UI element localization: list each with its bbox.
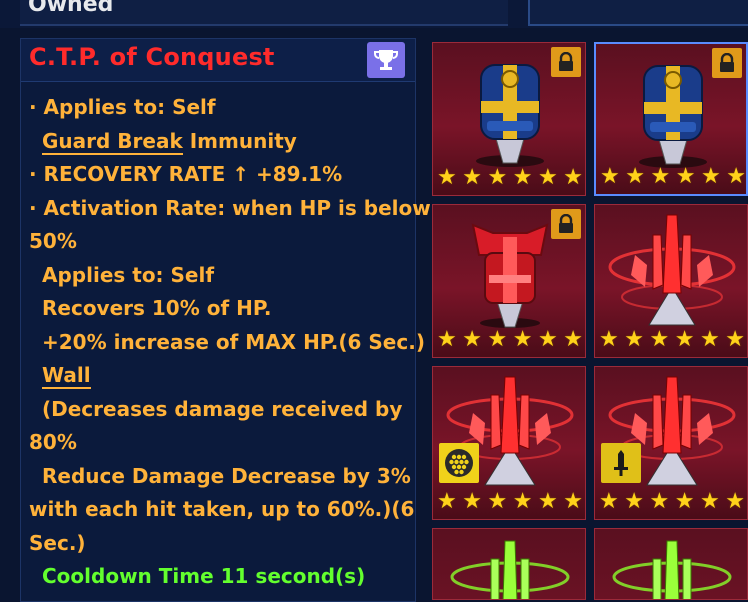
desc-line: Reduce Damage Decrease by 3%: [42, 463, 411, 488]
cooldown-text: Cooldown Time 11 second(s): [42, 564, 366, 588]
item-tile[interactable]: [432, 528, 586, 600]
star-icon: ★: [675, 164, 696, 189]
desc-line: · Activation Rate: when HP is below: [29, 195, 431, 220]
desc-line: +20% increase of MAX HP.(6 Sec.): [42, 329, 425, 354]
star-icon: ★: [563, 327, 583, 352]
star-icon: ★: [625, 164, 645, 189]
green-crystal-ctp-icon: [450, 540, 570, 599]
star-rating: ★ ★ ★ ★ ★ ★: [437, 329, 583, 351]
skill-header: C.T.P. of Conquest: [21, 39, 415, 82]
star-icon: ★: [674, 489, 695, 514]
star-icon: ★: [538, 489, 558, 514]
desc-line: Wall: [29, 359, 411, 393]
desc-line: · RECOVERY RATE ↑ +89.1%: [29, 162, 343, 186]
star-icon: ★: [512, 165, 533, 190]
item-tile[interactable]: ★ ★ ★ ★ ★ ★: [432, 366, 586, 520]
item-tile[interactable]: [594, 528, 748, 600]
skill-description: · Applies to: Self Guard Break Immunity …: [29, 91, 431, 594]
star-icon: ★: [462, 165, 482, 190]
star-rating: ★ ★ ★ ★ ★ ★: [600, 166, 746, 188]
skill-title: C.T.P. of Conquest: [29, 43, 275, 71]
star-icon: ★: [512, 327, 533, 352]
star-icon: ★: [538, 327, 558, 352]
trophy-icon[interactable]: [367, 42, 405, 78]
item-tile-selected[interactable]: ★ ★ ★ ★ ★ ★: [594, 42, 748, 196]
skill-detail-panel: C.T.P. of Conquest · Applies to: Self Gu…: [20, 38, 431, 602]
star-rating: ★ ★ ★ ★ ★ ★: [437, 167, 583, 189]
wall-link[interactable]: Wall: [42, 363, 91, 389]
star-icon: ★: [599, 327, 619, 352]
desc-line: · Applies to: Self: [29, 95, 216, 119]
star-icon: ★: [700, 327, 720, 352]
star-icon: ★: [487, 165, 508, 190]
star-icon: ★: [600, 164, 620, 189]
star-icon: ★: [624, 327, 644, 352]
star-icon: ★: [563, 489, 583, 514]
red-crystal-ctp-icon: [608, 214, 736, 326]
desc-line: 80%: [29, 430, 77, 454]
item-tile[interactable]: ★ ★ ★ ★ ★ ★: [432, 204, 586, 358]
star-icon: ★: [487, 489, 508, 514]
owned-tab[interactable]: Owned: [20, 0, 508, 26]
desc-line: 50%: [29, 229, 77, 253]
desc-line: Applies to: Self: [42, 262, 215, 287]
star-icon: ★: [649, 489, 670, 514]
star-icon: ★: [725, 489, 745, 514]
star-icon: ★: [599, 489, 619, 514]
star-icon: ★: [437, 327, 457, 352]
green-crystal-ctp-icon: [612, 540, 732, 599]
star-icon: ★: [725, 327, 745, 352]
sword-icon: [601, 443, 641, 483]
desc-line: (Decreases damage received by: [42, 396, 403, 421]
desc-text: Immunity: [189, 128, 297, 153]
lock-icon[interactable]: [712, 48, 742, 78]
star-icon: ★: [437, 165, 457, 190]
owned-tab-label: Owned: [28, 0, 114, 17]
star-icon: ★: [437, 489, 457, 514]
lock-icon[interactable]: [551, 47, 581, 77]
filter-tab[interactable]: [528, 0, 748, 26]
star-rating: ★ ★ ★ ★ ★ ★: [599, 329, 745, 351]
star-icon: ★: [649, 327, 670, 352]
star-icon: ★: [487, 327, 508, 352]
desc-line: Guard Break Immunity: [29, 125, 411, 159]
star-icon: ★: [701, 164, 721, 189]
desc-line: Sec.): [29, 530, 86, 555]
star-icon: ★: [650, 164, 671, 189]
item-tile[interactable]: ★ ★ ★ ★ ★ ★: [594, 366, 748, 520]
lock-icon[interactable]: [551, 209, 581, 239]
star-icon: ★: [563, 165, 583, 190]
star-icon: ★: [624, 489, 644, 514]
item-tile[interactable]: ★ ★ ★ ★ ★ ★: [432, 42, 586, 196]
star-icon: ★: [512, 489, 533, 514]
star-icon: ★: [700, 489, 720, 514]
star-rating: ★ ★ ★ ★ ★ ★: [437, 491, 583, 513]
desc-line: with each hit taken, up to 60%.)(6: [29, 497, 415, 521]
guard-break-link[interactable]: Guard Break: [42, 128, 183, 155]
star-rating: ★ ★ ★ ★ ★ ★: [599, 491, 745, 513]
star-icon: ★: [462, 489, 482, 514]
star-icon: ★: [462, 327, 482, 352]
star-icon: ★: [538, 165, 558, 190]
desc-line: Recovers 10% of HP.: [42, 296, 272, 320]
star-icon: ★: [726, 164, 746, 189]
item-tile[interactable]: ★ ★ ★ ★ ★ ★: [594, 204, 748, 358]
star-icon: ★: [674, 327, 695, 352]
shield-grid-icon: [439, 443, 479, 483]
top-bar: Owned: [0, 0, 748, 28]
